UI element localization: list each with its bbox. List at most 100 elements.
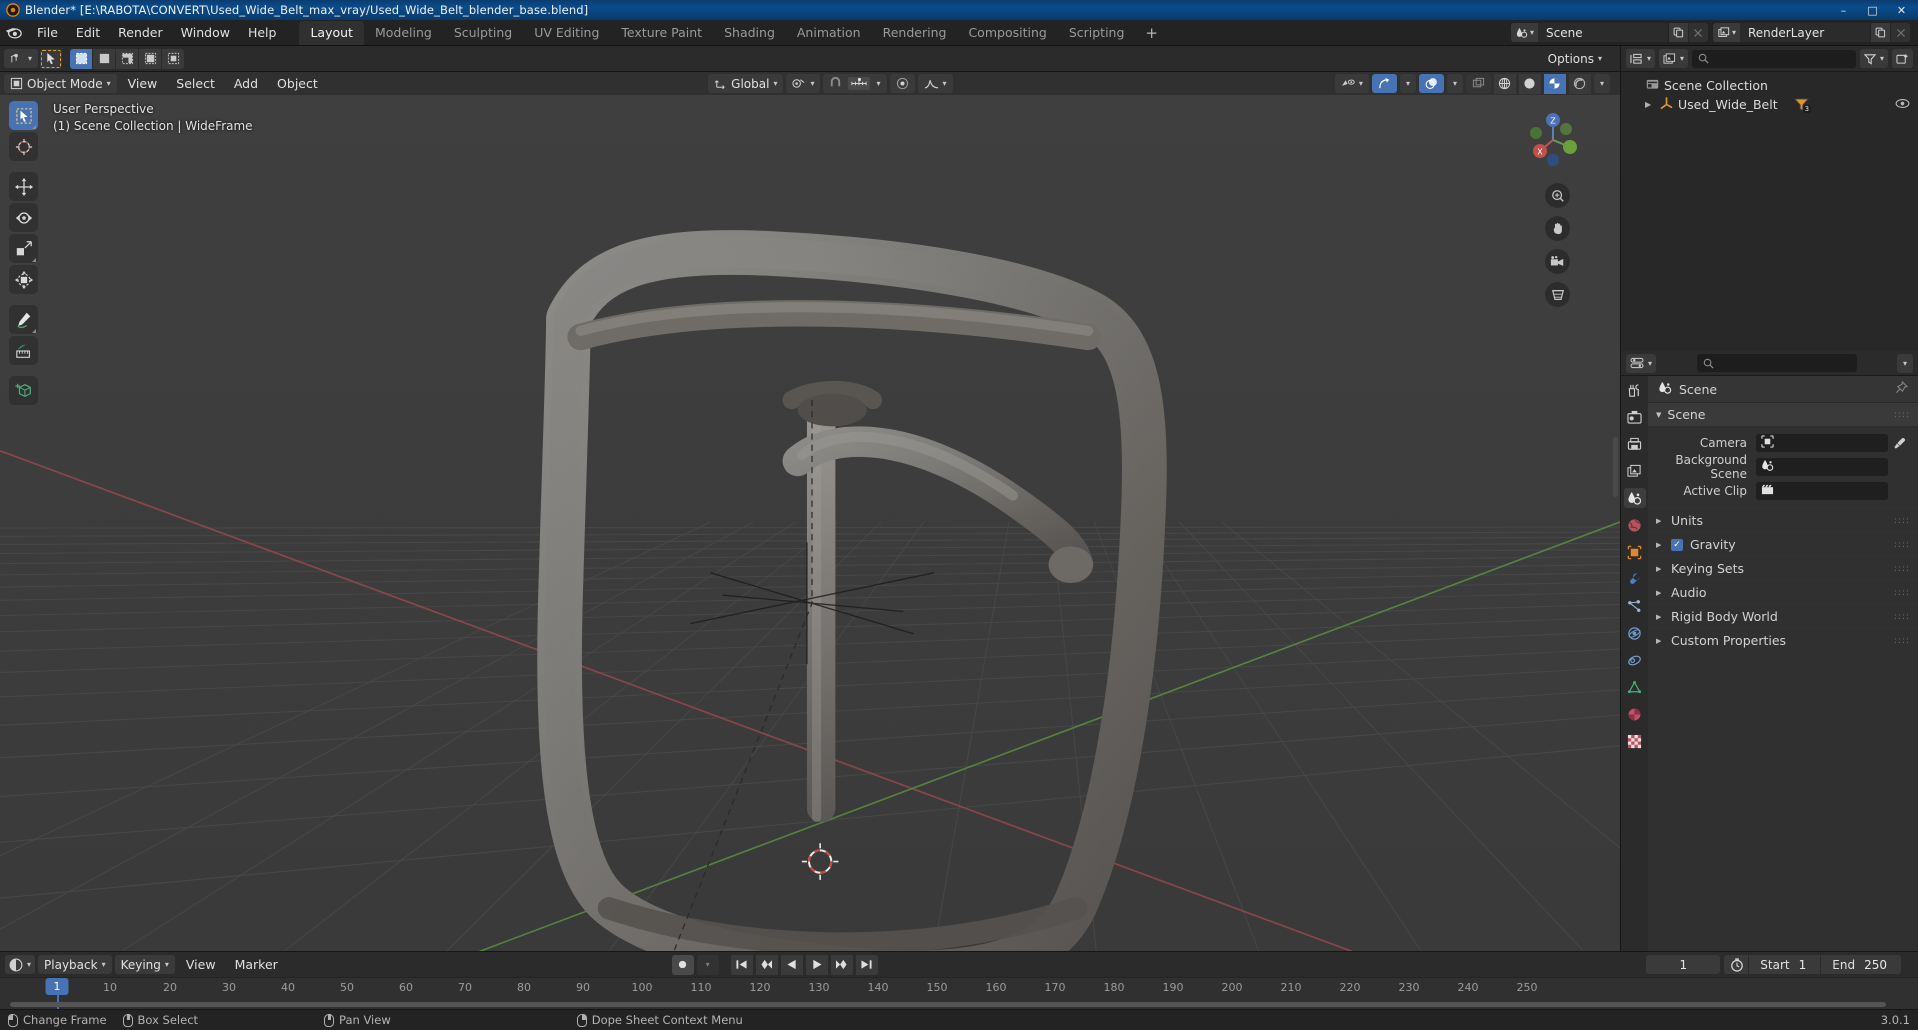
viewport-scrollbar[interactable] [1613, 437, 1618, 498]
outliner-editor-type-button[interactable]: ▾ [1626, 49, 1656, 68]
properties-section-keying-sets[interactable]: ▶ Keying Sets :::: [1648, 556, 1918, 580]
pin-icon[interactable] [1895, 380, 1909, 397]
timeline-editor-type-button[interactable]: ▾ [5, 955, 36, 974]
pivot-point-selector[interactable]: ▾ [786, 74, 821, 93]
tool-rotate[interactable] [9, 203, 38, 232]
remove-view-layer-button[interactable] [1890, 23, 1910, 42]
shading-wireframe-button[interactable] [1493, 73, 1516, 94]
interaction-mode-selector[interactable]: Object Mode ▾ [4, 74, 117, 93]
current-frame-field[interactable]: 1 [1646, 955, 1721, 974]
menu-window[interactable]: Window [172, 22, 239, 43]
menu-file[interactable]: File [28, 22, 67, 43]
overlays-options-chevron[interactable]: ▾ [1446, 74, 1463, 93]
properties-tab-object[interactable] [1624, 542, 1646, 562]
add-workspace-button[interactable]: + [1135, 22, 1168, 44]
properties-tab-physics[interactable] [1624, 623, 1646, 643]
properties-search-input[interactable] [1696, 354, 1857, 372]
properties-tab-modifiers[interactable] [1624, 569, 1646, 589]
camera-field[interactable] [1756, 434, 1888, 452]
timeline-menu-keying[interactable]: Keying ▾ [114, 955, 175, 974]
viewport-menu-view[interactable]: View [120, 74, 166, 93]
viewport-menu-object[interactable]: Object [269, 74, 326, 93]
pan-hand-icon[interactable] [1545, 216, 1570, 241]
auto-keying-options-chevron[interactable]: ▾ [696, 954, 719, 975]
editor-type-selector[interactable]: ▾ [4, 49, 39, 68]
properties-tab-render[interactable] [1624, 407, 1646, 427]
modifier-badge-icon[interactable]: 3 [1792, 97, 1811, 113]
workspace-tab-sculpting[interactable]: Sculpting [443, 21, 523, 45]
zoom-icon[interactable] [1545, 183, 1570, 208]
workspace-tab-uv-editing[interactable]: UV Editing [523, 21, 610, 45]
play-button[interactable] [805, 954, 828, 975]
outliner-new-collection-button[interactable] [1892, 49, 1913, 68]
jump-to-start-button[interactable] [730, 954, 753, 975]
menu-edit[interactable]: Edit [67, 22, 109, 43]
select-difference-button[interactable] [162, 48, 185, 69]
select-extend-button[interactable] [116, 48, 139, 69]
tool-select-box[interactable] [9, 101, 38, 130]
select-subtract-button[interactable] [139, 48, 162, 69]
auto-keying-toggle[interactable] [671, 954, 694, 975]
jump-to-prev-keyframe-button[interactable] [755, 954, 778, 975]
outliner-search-input[interactable] [1692, 49, 1856, 68]
camera-view-icon[interactable] [1545, 249, 1570, 274]
viewport-menu-select[interactable]: Select [168, 74, 223, 93]
proportional-falloff-selector[interactable]: ▾ [917, 74, 953, 93]
snap-target-icon[interactable] [848, 77, 871, 90]
background-scene-field[interactable] [1756, 458, 1888, 476]
shading-solid-button[interactable] [1518, 73, 1541, 94]
properties-section-units[interactable]: ▶ Units :::: [1648, 508, 1918, 532]
navigation-gizmo[interactable]: Z X [1522, 109, 1584, 171]
timeline-scrollbar[interactable] [10, 1002, 1886, 1007]
visibility-selector[interactable]: ▾ [1334, 74, 1369, 93]
tool-scale[interactable] [9, 234, 38, 263]
outliner-row-scene-collection[interactable]: Scene Collection [1621, 76, 1918, 95]
shading-material-preview-button[interactable] [1543, 73, 1566, 94]
workspace-tab-texture-paint[interactable]: Texture Paint [610, 21, 713, 45]
viewport-options-button[interactable]: Options ▾ [1542, 49, 1608, 68]
jump-to-next-keyframe-button[interactable] [830, 954, 853, 975]
timeline-menu-view[interactable]: View [178, 955, 224, 974]
properties-tab-constraints[interactable] [1624, 650, 1646, 670]
gravity-checkbox[interactable]: ✓ [1671, 538, 1683, 551]
minimize-button[interactable]: – [1829, 0, 1858, 20]
maximize-button[interactable]: □ [1858, 0, 1887, 20]
end-frame-value[interactable]: 250 [1864, 958, 1901, 972]
camera-eyedropper-icon[interactable] [1890, 437, 1908, 450]
view-layer-selector[interactable]: ▾ RenderLayer [1712, 23, 1910, 42]
workspace-tab-shading[interactable]: Shading [713, 21, 786, 45]
properties-tab-object-data[interactable] [1624, 677, 1646, 697]
tool-cursor[interactable] [9, 132, 38, 161]
timeline-scrubber[interactable]: 10 20 30 40 50 60 70 80 90 100 110 120 1… [0, 977, 1918, 1009]
properties-section-custom-properties[interactable]: ▶ Custom Properties :::: [1648, 628, 1918, 652]
properties-tab-texture[interactable] [1624, 731, 1646, 751]
3d-viewport[interactable]: User Perspective (1) Scene Collection | … [0, 95, 1620, 951]
timeline-menu-marker[interactable]: Marker [227, 955, 286, 974]
properties-section-audio[interactable]: ▶ Audio :::: [1648, 580, 1918, 604]
workspace-tab-rendering[interactable]: Rendering [872, 21, 958, 45]
menu-render[interactable]: Render [109, 22, 172, 43]
workspace-tab-animation[interactable]: Animation [786, 21, 872, 45]
properties-tab-view-layer[interactable] [1624, 461, 1646, 481]
workspace-tab-layout[interactable]: Layout [299, 20, 364, 45]
expand-triangle-icon[interactable]: ▶ [1645, 100, 1655, 109]
viewport-menu-add[interactable]: Add [226, 74, 266, 93]
snapping-group[interactable]: ▾ [823, 74, 887, 93]
shading-options-chevron[interactable]: ▾ [1593, 74, 1610, 93]
tool-annotate[interactable] [9, 305, 38, 334]
tool-move[interactable] [9, 172, 38, 201]
workspace-tab-compositing[interactable]: Compositing [957, 21, 1057, 45]
outliner-filter-button[interactable]: ▾ [1859, 49, 1888, 68]
properties-editor-type-button[interactable]: ▾ [1626, 353, 1657, 373]
outliner-row-used-wide-belt[interactable]: ▶ Used_Wide_Belt 3 [1621, 95, 1918, 114]
gizmo-options-chevron[interactable]: ▾ [1399, 74, 1416, 93]
xray-toggle[interactable] [1465, 74, 1491, 93]
unlink-scene-button[interactable] [1687, 23, 1708, 42]
scene-panel-header[interactable]: ▼ Scene :::: [1648, 402, 1918, 426]
properties-tab-tool[interactable] [1624, 380, 1646, 400]
properties-section-rigid-body-world[interactable]: ▶ Rigid Body World :::: [1648, 604, 1918, 628]
tool-transform[interactable] [9, 265, 38, 294]
select-set-button[interactable] [93, 48, 116, 69]
new-view-layer-button[interactable] [1870, 23, 1890, 42]
overlays-toggle[interactable] [1418, 74, 1444, 93]
